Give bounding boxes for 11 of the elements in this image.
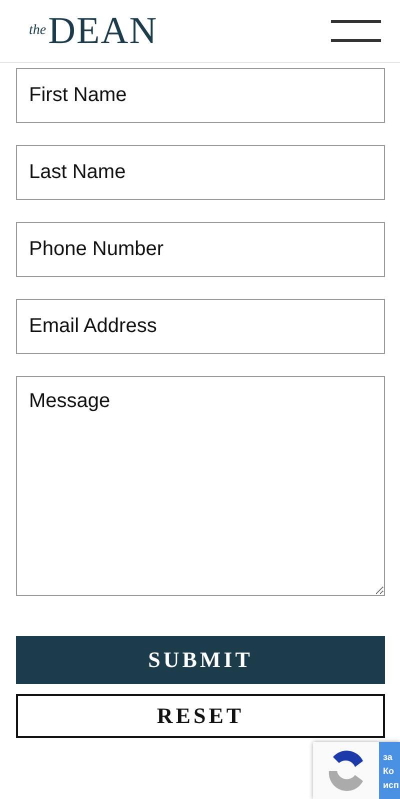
menu-icon[interactable] [331, 20, 381, 42]
input-field[interactable]: First Name [16, 68, 385, 123]
recaptcha-text: за [383, 752, 394, 762]
input-field[interactable]: Last Name [16, 145, 385, 200]
input-field[interactable]: Phone Number [16, 222, 385, 277]
recaptcha-text: Ко [383, 766, 395, 776]
recaptcha-text: исп [383, 780, 400, 790]
reset-button[interactable]: RESET [16, 694, 385, 738]
message-field[interactable]: Message [16, 376, 385, 596]
input-field[interactable]: Email Address [16, 299, 385, 354]
submit-button[interactable]: SUBMIT [16, 636, 385, 684]
